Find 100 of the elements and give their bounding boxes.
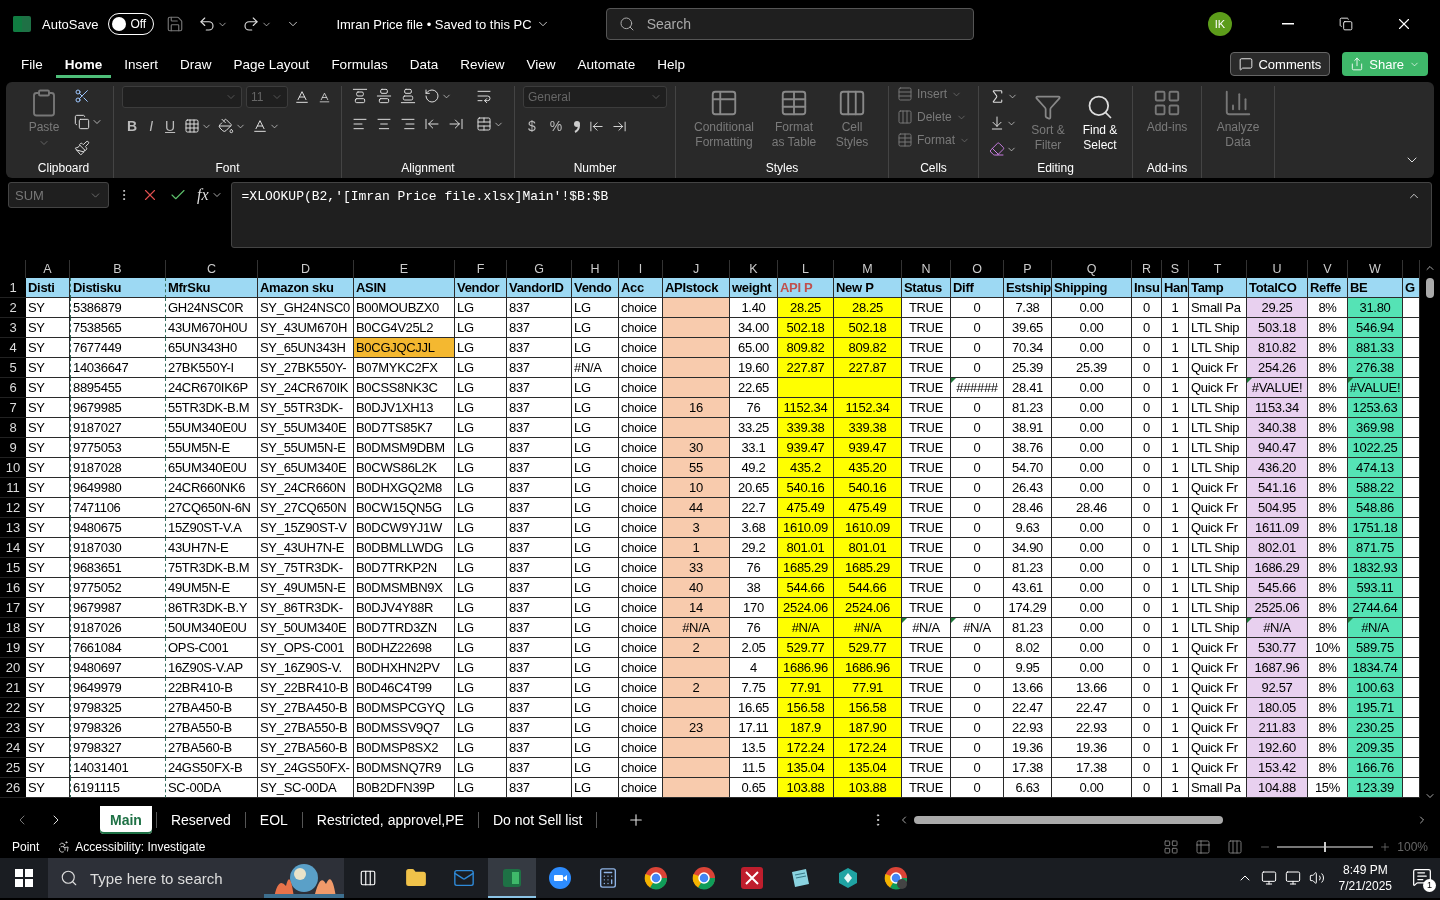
browser-icon: [644, 866, 668, 890]
table-cell: TRUE: [902, 518, 951, 538]
underline-button[interactable]: U: [160, 116, 181, 136]
table-cell: TRUE: [902, 738, 951, 758]
paintbrush-icon: [74, 140, 90, 156]
find-select-button[interactable]: Find & Select: [1076, 90, 1124, 155]
table-cell: LG: [455, 498, 507, 518]
table-cell: TRUE: [902, 778, 951, 798]
table-cell: 837: [507, 738, 572, 758]
display-icon[interactable]: [1260, 870, 1277, 886]
sheet-tab[interactable]: Reserved: [160, 806, 241, 834]
menu-tab[interactable]: Home: [55, 50, 112, 78]
table-cell: TRUE: [902, 378, 951, 398]
align-middle-button[interactable]: [374, 86, 394, 106]
table-cell: TRUE: [902, 698, 951, 718]
search-field[interactable]: Search: [605, 8, 974, 40]
page-break-view-icon[interactable]: [1227, 839, 1244, 855]
table-cell: 0: [1132, 758, 1162, 778]
volume-icon[interactable]: [1308, 870, 1325, 886]
borders-icon: [184, 118, 201, 134]
table-cell: 0: [1132, 738, 1162, 758]
font-name-field[interactable]: [122, 86, 242, 108]
table-cell: LG: [455, 698, 507, 718]
table-cell: 1: [1162, 618, 1189, 638]
insert-function-button[interactable]: fx: [195, 182, 225, 208]
page-layout-view-icon[interactable]: [1195, 839, 1212, 855]
table-cell: 9649979: [70, 678, 166, 698]
table-cell: 0: [951, 458, 1004, 478]
menu-tab[interactable]: View: [517, 50, 565, 78]
group-label: Styles: [764, 161, 800, 177]
table-cell: [1403, 458, 1420, 478]
normal-view-icon[interactable]: [1163, 839, 1180, 855]
autosave-label: AutoSave: [42, 16, 99, 32]
sheet-tab[interactable]: Restricted, approvel,PE: [306, 806, 474, 834]
scrollbar-thumb[interactable]: [1426, 278, 1434, 298]
network-icon[interactable]: [1284, 870, 1301, 886]
bold-button[interactable]: B: [122, 116, 143, 136]
table-cell: Quick Fr: [1189, 378, 1247, 398]
format-painter-button[interactable]: [72, 138, 92, 158]
table-cell: LTL Ship: [1189, 618, 1247, 638]
menu-tab[interactable]: Review: [451, 50, 514, 78]
eraser-icon: [989, 141, 1005, 157]
formula-field[interactable]: =XLOOKUP(B2,'[Imran Price file.xlsx]Main'!$B:$B: [230, 182, 1432, 248]
sheet-tab[interactable]: Do not Sell list: [482, 806, 593, 834]
menu-tab[interactable]: Draw: [171, 50, 221, 78]
sheet-tab[interactable]: EOL: [249, 806, 298, 834]
chart-icon: [1223, 88, 1253, 118]
table-cell: TRUE: [902, 498, 951, 518]
table-cell: choice: [619, 658, 663, 678]
table-cell: 28.25: [834, 298, 902, 318]
table-cell: 0: [951, 338, 1004, 358]
italic-button[interactable]: I: [144, 116, 158, 136]
table-cell: LG: [572, 338, 619, 358]
table-cell: Quick Fr: [1189, 478, 1247, 498]
zoom-slider[interactable]: [1324, 842, 1327, 852]
table-cell: 837: [507, 438, 572, 458]
table-cell: 939.47: [834, 438, 902, 458]
name-box[interactable]: SUM: [8, 182, 109, 208]
menu-tab[interactable]: File: [12, 50, 52, 78]
table-cell: 27BK550Y-I: [166, 358, 258, 378]
table-cell: 8%: [1308, 758, 1348, 778]
menu-tab[interactable]: Data: [400, 50, 448, 78]
table-cell: SY_OPS-C001: [258, 638, 354, 658]
scrollbar-thumb[interactable]: [914, 816, 1223, 824]
table-cell: 475.49: [778, 498, 834, 518]
align-bottom-button[interactable]: [398, 86, 418, 106]
comments-button[interactable]: Comments: [1230, 52, 1331, 76]
table-cell: 0: [1132, 658, 1162, 678]
percent-button[interactable]: %: [544, 116, 568, 136]
table-cell: 81.23: [1004, 618, 1052, 638]
table-cell: 9775052: [70, 578, 166, 598]
table-cell: Quick Fr: [1189, 698, 1247, 718]
currency-button[interactable]: $: [523, 116, 541, 136]
table-cell: 1751.18: [1348, 518, 1403, 538]
menu-tab[interactable]: Insert: [115, 50, 168, 78]
menu-tab[interactable]: Help: [648, 50, 695, 78]
table-cell: 1: [1162, 438, 1189, 458]
table-cell: LTL Ship: [1189, 318, 1247, 338]
table-cell: 16: [663, 398, 730, 418]
table-cell: Quick Fr: [1189, 358, 1247, 378]
document-title[interactable]: Imran Price file • Saved to this PC: [330, 15, 556, 33]
menu-tab[interactable]: Formulas: [322, 50, 397, 78]
table-cell: 55: [663, 458, 730, 478]
taskbar-search-field[interactable]: Type here to search: [48, 858, 344, 898]
table-cell: 29.25: [1247, 298, 1308, 318]
table-cell: 7677449: [70, 338, 166, 358]
menu-tab[interactable]: Automate: [568, 50, 645, 78]
accessibility-status[interactable]: Accessibility: Investigate: [75, 840, 206, 854]
table-cell: 9798326: [70, 718, 166, 738]
align-top-button[interactable]: [350, 86, 370, 106]
table-cell: 1: [1162, 358, 1189, 378]
sheet-tab[interactable]: Main: [100, 806, 152, 834]
column-header: Insu: [1132, 278, 1162, 298]
table-cell: LG: [572, 638, 619, 658]
table-cell: 254.26: [1247, 358, 1308, 378]
table-cell: #N/A: [834, 618, 902, 638]
table-cell: 1022.25: [1348, 438, 1403, 458]
group-label: Clipboard: [36, 161, 91, 177]
menu-tab[interactable]: Page Layout: [224, 50, 319, 78]
taskbar-app[interactable]: [488, 858, 536, 898]
